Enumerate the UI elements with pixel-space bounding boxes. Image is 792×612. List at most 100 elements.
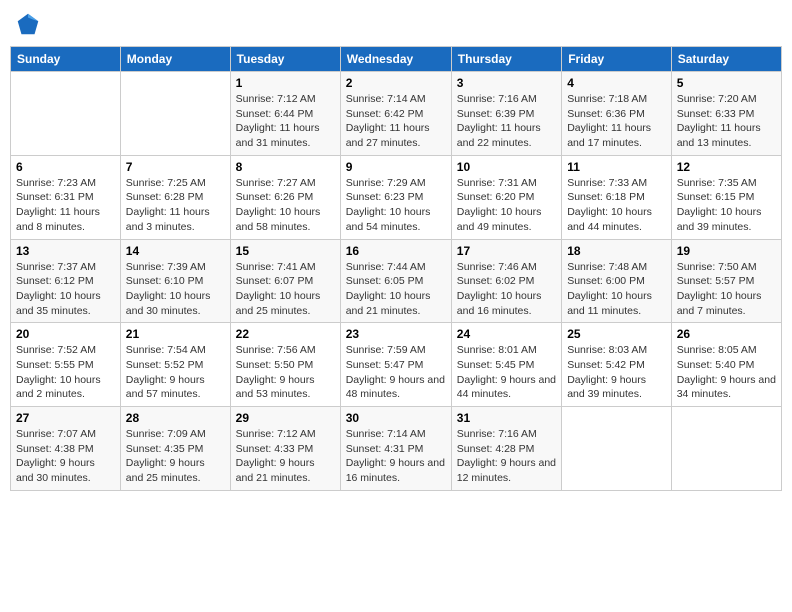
day-number: 14 [126,244,225,258]
header-monday: Monday [120,47,230,72]
day-info: Sunrise: 7:31 AM Sunset: 6:20 PM Dayligh… [457,176,556,235]
day-number: 10 [457,160,556,174]
day-number: 31 [457,411,556,425]
day-cell: 8 Sunrise: 7:27 AM Sunset: 6:26 PM Daylig… [230,155,340,239]
day-cell: 13 Sunrise: 7:37 AM Sunset: 6:12 PM Dayli… [11,239,121,323]
day-info: Sunrise: 8:03 AM Sunset: 5:42 PM Dayligh… [567,343,666,402]
day-number: 3 [457,76,556,90]
header-sunday: Sunday [11,47,121,72]
day-cell: 29Sunrise: 7:12 AM Sunset: 4:33 PM Dayli… [230,407,340,491]
day-number: 23 [346,327,446,341]
day-cell: 22 Sunrise: 7:56 AM Sunset: 5:50 PM Dayli… [230,323,340,407]
day-number: 11 [567,160,666,174]
header-friday: Friday [562,47,672,72]
week-row-2: 6Sunrise: 7:23 AM Sunset: 6:31 PM Daylig… [11,155,782,239]
day-number: 27 [16,411,115,425]
day-number: 4 [567,76,666,90]
calendar-table: SundayMondayTuesdayWednesdayThursdayFrid… [10,46,782,491]
header-row: SundayMondayTuesdayWednesdayThursdayFrid… [11,47,782,72]
day-info: Sunrise: 7:14 AM Sunset: 6:42 PM Dayligh… [346,92,446,151]
day-cell: 4 Sunrise: 7:18 AM Sunset: 6:36 PM Daylig… [562,72,672,156]
day-cell: 28 Sunrise: 7:09 AM Sunset: 4:35 PM Dayli… [120,407,230,491]
day-info: Sunrise: 7:27 AM Sunset: 6:26 PM Dayligh… [236,176,335,235]
day-number: 30 [346,411,446,425]
day-info: Sunrise: 7:12 AM Sunset: 6:44 PM Dayligh… [236,92,335,151]
day-cell: 11Sunrise: 7:33 AM Sunset: 6:18 PM Dayli… [562,155,672,239]
day-info: Sunrise: 7:54 AM Sunset: 5:52 PM Dayligh… [126,343,225,402]
day-info: Sunrise: 7:46 AM Sunset: 6:02 PM Dayligh… [457,260,556,319]
day-number: 1 [236,76,335,90]
header-wednesday: Wednesday [340,47,451,72]
day-number: 29 [236,411,335,425]
day-cell [11,72,121,156]
day-number: 5 [677,76,776,90]
day-number: 21 [126,327,225,341]
day-info: Sunrise: 7:52 AM Sunset: 5:55 PM Dayligh… [16,343,115,402]
day-cell: 3 Sunrise: 7:16 AM Sunset: 6:39 PM Daylig… [451,72,561,156]
day-info: Sunrise: 8:01 AM Sunset: 5:45 PM Dayligh… [457,343,556,402]
day-info: Sunrise: 7:23 AM Sunset: 6:31 PM Dayligh… [16,176,115,235]
day-number: 16 [346,244,446,258]
day-cell: 17 Sunrise: 7:46 AM Sunset: 6:02 PM Dayli… [451,239,561,323]
day-info: Sunrise: 7:44 AM Sunset: 6:05 PM Dayligh… [346,260,446,319]
day-info: Sunrise: 7:35 AM Sunset: 6:15 PM Dayligh… [677,176,776,235]
day-info: Sunrise: 7:20 AM Sunset: 6:33 PM Dayligh… [677,92,776,151]
logo-icon [14,10,42,38]
day-number: 20 [16,327,115,341]
day-cell: 18 Sunrise: 7:48 AM Sunset: 6:00 PM Dayli… [562,239,672,323]
day-cell: 14Sunrise: 7:39 AM Sunset: 6:10 PM Dayli… [120,239,230,323]
day-cell [671,407,781,491]
week-row-4: 20 Sunrise: 7:52 AM Sunset: 5:55 PM Dayli… [11,323,782,407]
day-info: Sunrise: 7:18 AM Sunset: 6:36 PM Dayligh… [567,92,666,151]
day-cell: 23 Sunrise: 7:59 AM Sunset: 5:47 PM Dayli… [340,323,451,407]
day-number: 18 [567,244,666,258]
day-number: 7 [126,160,225,174]
day-cell: 2Sunrise: 7:14 AM Sunset: 6:42 PM Daylig… [340,72,451,156]
day-info: Sunrise: 7:16 AM Sunset: 6:39 PM Dayligh… [457,92,556,151]
header-saturday: Saturday [671,47,781,72]
day-cell: 24 Sunrise: 8:01 AM Sunset: 5:45 PM Dayli… [451,323,561,407]
day-info: Sunrise: 7:41 AM Sunset: 6:07 PM Dayligh… [236,260,335,319]
day-info: Sunrise: 7:14 AM Sunset: 4:31 PM Dayligh… [346,427,446,486]
day-number: 8 [236,160,335,174]
day-info: Sunrise: 7:50 AM Sunset: 5:57 PM Dayligh… [677,260,776,319]
week-row-5: 27 Sunrise: 7:07 AM Sunset: 4:38 PM Dayli… [11,407,782,491]
day-number: 9 [346,160,446,174]
day-cell: 30 Sunrise: 7:14 AM Sunset: 4:31 PM Dayli… [340,407,451,491]
day-info: Sunrise: 7:48 AM Sunset: 6:00 PM Dayligh… [567,260,666,319]
day-number: 25 [567,327,666,341]
day-cell: 27 Sunrise: 7:07 AM Sunset: 4:38 PM Dayli… [11,407,121,491]
day-cell: 26Sunrise: 8:05 AM Sunset: 5:40 PM Dayli… [671,323,781,407]
day-cell: 21 Sunrise: 7:54 AM Sunset: 5:52 PM Dayli… [120,323,230,407]
day-cell: 7 Sunrise: 7:25 AM Sunset: 6:28 PM Daylig… [120,155,230,239]
day-info: Sunrise: 7:16 AM Sunset: 4:28 PM Dayligh… [457,427,556,486]
day-info: Sunrise: 7:29 AM Sunset: 6:23 PM Dayligh… [346,176,446,235]
day-cell: 15 Sunrise: 7:41 AM Sunset: 6:07 PM Dayli… [230,239,340,323]
day-cell [120,72,230,156]
day-info: Sunrise: 7:37 AM Sunset: 6:12 PM Dayligh… [16,260,115,319]
day-info: Sunrise: 7:09 AM Sunset: 4:35 PM Dayligh… [126,427,225,486]
day-info: Sunrise: 7:25 AM Sunset: 6:28 PM Dayligh… [126,176,225,235]
day-cell: 20 Sunrise: 7:52 AM Sunset: 5:55 PM Dayli… [11,323,121,407]
day-number: 28 [126,411,225,425]
day-number: 24 [457,327,556,341]
day-number: 15 [236,244,335,258]
logo [14,10,46,38]
day-cell [562,407,672,491]
day-info: Sunrise: 7:59 AM Sunset: 5:47 PM Dayligh… [346,343,446,402]
day-cell: 16 Sunrise: 7:44 AM Sunset: 6:05 PM Dayli… [340,239,451,323]
day-number: 13 [16,244,115,258]
week-row-1: 1 Sunrise: 7:12 AM Sunset: 6:44 PM Daylig… [11,72,782,156]
day-number: 17 [457,244,556,258]
day-number: 22 [236,327,335,341]
day-cell: 9 Sunrise: 7:29 AM Sunset: 6:23 PM Daylig… [340,155,451,239]
header-tuesday: Tuesday [230,47,340,72]
day-number: 26 [677,327,776,341]
day-number: 19 [677,244,776,258]
header-thursday: Thursday [451,47,561,72]
day-info: Sunrise: 7:56 AM Sunset: 5:50 PM Dayligh… [236,343,335,402]
day-cell: 5 Sunrise: 7:20 AM Sunset: 6:33 PM Daylig… [671,72,781,156]
day-info: Sunrise: 7:07 AM Sunset: 4:38 PM Dayligh… [16,427,115,486]
day-cell: 31 Sunrise: 7:16 AM Sunset: 4:28 PM Dayli… [451,407,561,491]
page-header [10,10,782,38]
